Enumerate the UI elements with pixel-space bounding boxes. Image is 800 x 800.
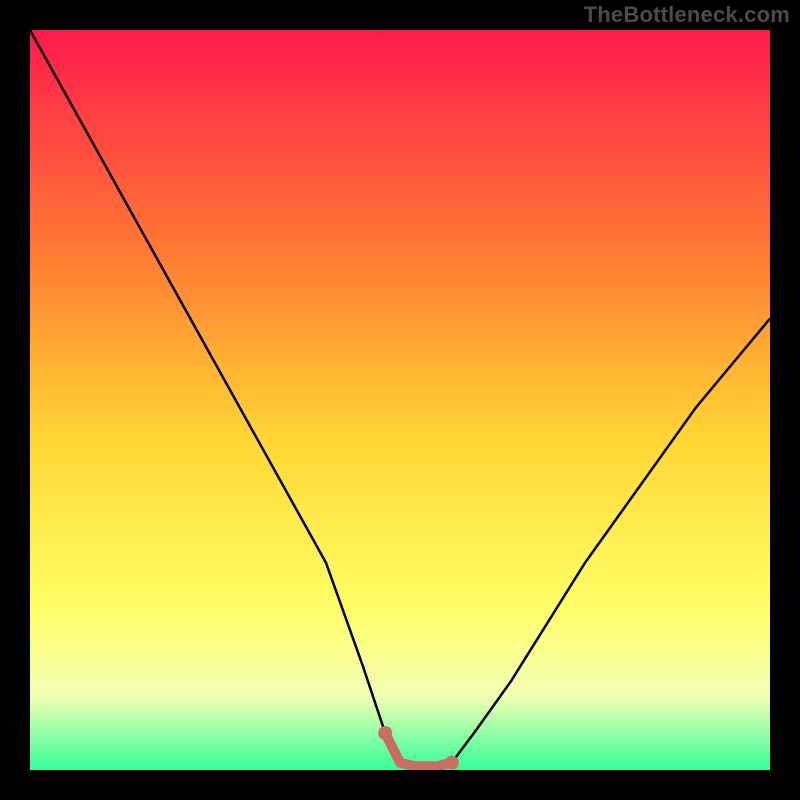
plateau-endpoint-right-icon: [445, 756, 459, 770]
chart-frame: TheBottleneck.com: [0, 0, 800, 800]
plateau-endpoint-left-icon: [378, 726, 392, 740]
chart-svg: [30, 30, 770, 770]
watermark-label: TheBottleneck.com: [584, 2, 790, 28]
chart-plot-area: [30, 30, 770, 770]
gradient-background: [30, 30, 770, 770]
